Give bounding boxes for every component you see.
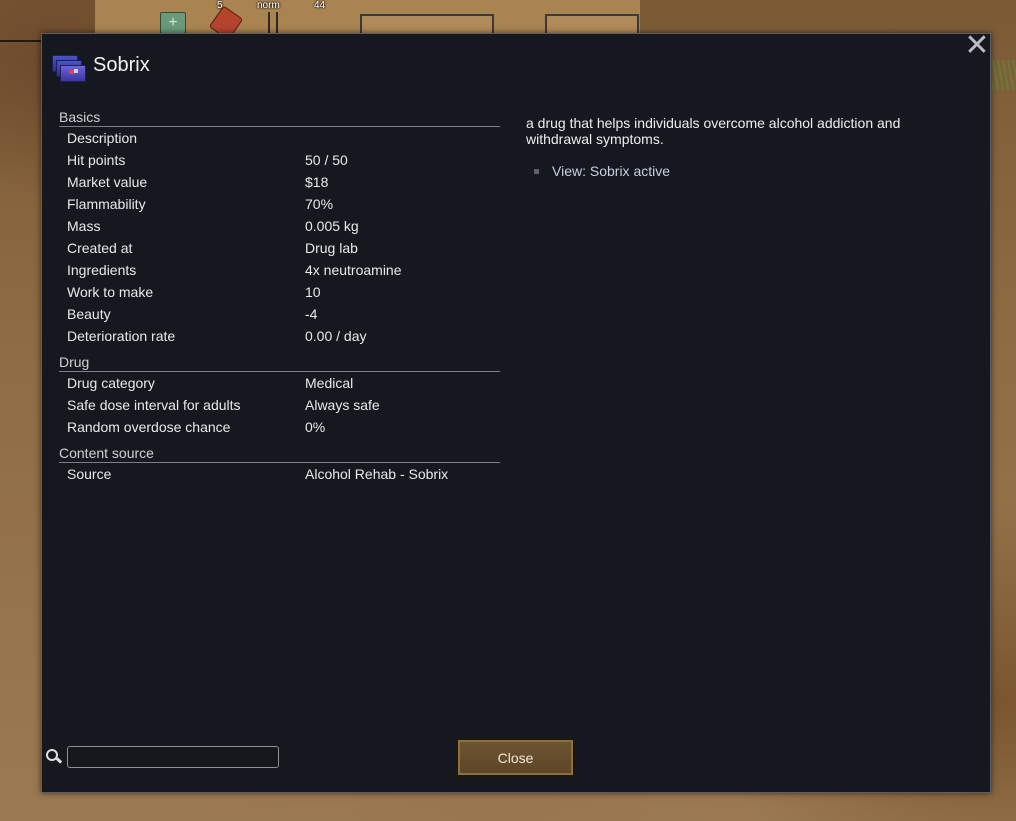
stat-row[interactable]: Random overdose chance 0%: [67, 419, 497, 441]
section-heading-content-source: Content source: [59, 445, 500, 463]
stat-row[interactable]: Work to make 10: [67, 284, 497, 306]
stat-label: Hit points: [67, 152, 126, 168]
stat-value: 0.00 / day: [305, 328, 367, 344]
wall-structure-2: [545, 14, 639, 35]
stat-label: Market value: [67, 174, 148, 190]
stat-label: Beauty: [67, 306, 111, 322]
close-button[interactable]: Close: [456, 738, 575, 777]
stat-value: 4x neutroamine: [305, 262, 402, 278]
search-input[interactable]: [67, 746, 279, 768]
wall-structure: [360, 14, 494, 35]
stat-label: Source: [67, 466, 112, 482]
close-x-icon[interactable]: ✕: [964, 31, 990, 61]
stat-row[interactable]: Description: [67, 130, 497, 152]
stat-value: 50 / 50: [305, 152, 348, 168]
item-description: a drug that helps individuals overcome a…: [526, 115, 901, 147]
medical-cross-icon: +: [160, 12, 186, 34]
stat-row[interactable]: Created at Drug lab: [67, 240, 497, 262]
dialog-title: Sobrix: [93, 54, 150, 76]
stat-label: Random overdose chance: [67, 419, 231, 435]
stat-label: Flammability: [67, 196, 146, 212]
hud-value-a: 5: [217, 0, 223, 11]
stat-value: Medical: [305, 375, 354, 391]
section-heading-basics: Basics: [59, 109, 500, 127]
stat-row[interactable]: Drug category Medical: [67, 375, 497, 397]
grass-tuft: [992, 60, 1016, 90]
sobrix-item-icon: [52, 55, 86, 82]
stat-value: 70%: [305, 196, 334, 212]
ground-crack: [0, 40, 44, 52]
stat-value: Always safe: [305, 397, 380, 413]
stat-label: Safe dose interval for adults: [67, 397, 241, 413]
stat-row[interactable]: Deterioration rate 0.00 / day: [67, 328, 497, 350]
stat-label: Created at: [67, 240, 133, 256]
hud-value-c: 44: [314, 0, 326, 11]
stat-value: -4: [305, 306, 318, 322]
stat-row[interactable]: Beauty -4: [67, 306, 497, 328]
stat-row[interactable]: Flammability 70%: [67, 196, 497, 218]
stat-row[interactable]: Market value $18: [67, 174, 497, 196]
stat-value: Drug lab: [305, 240, 358, 256]
stat-row[interactable]: Ingredients 4x neutroamine: [67, 262, 497, 284]
hyperlink-sobrix-active[interactable]: View: Sobrix active: [552, 163, 670, 179]
pin-marker: [268, 12, 270, 33]
stat-label: Mass: [67, 218, 101, 234]
stat-label: Description: [67, 130, 138, 146]
stat-row[interactable]: Hit points 50 / 50: [67, 152, 497, 174]
bullet-icon: [534, 169, 539, 174]
stat-label: Ingredients: [67, 262, 137, 278]
stat-value: $18: [305, 174, 329, 190]
search-icon: [46, 749, 63, 765]
stat-label: Deterioration rate: [67, 328, 176, 344]
stat-row[interactable]: Source Alcohol Rehab - Sobrix: [67, 466, 497, 488]
section-heading-drug: Drug: [59, 354, 500, 372]
stat-row[interactable]: Safe dose interval for adults Always saf…: [67, 397, 497, 419]
stat-label: Work to make: [67, 284, 154, 300]
hud-value-b: norm: [257, 0, 280, 11]
pin-marker-2: [276, 12, 278, 33]
stat-label: Drug category: [67, 375, 155, 391]
stat-value: 0%: [305, 419, 326, 435]
stat-value: 0.005 kg: [305, 218, 359, 234]
stat-value: Alcohol Rehab - Sobrix: [305, 466, 449, 482]
stat-value: 10: [305, 284, 321, 300]
stat-row[interactable]: Mass 0.005 kg: [67, 218, 497, 240]
